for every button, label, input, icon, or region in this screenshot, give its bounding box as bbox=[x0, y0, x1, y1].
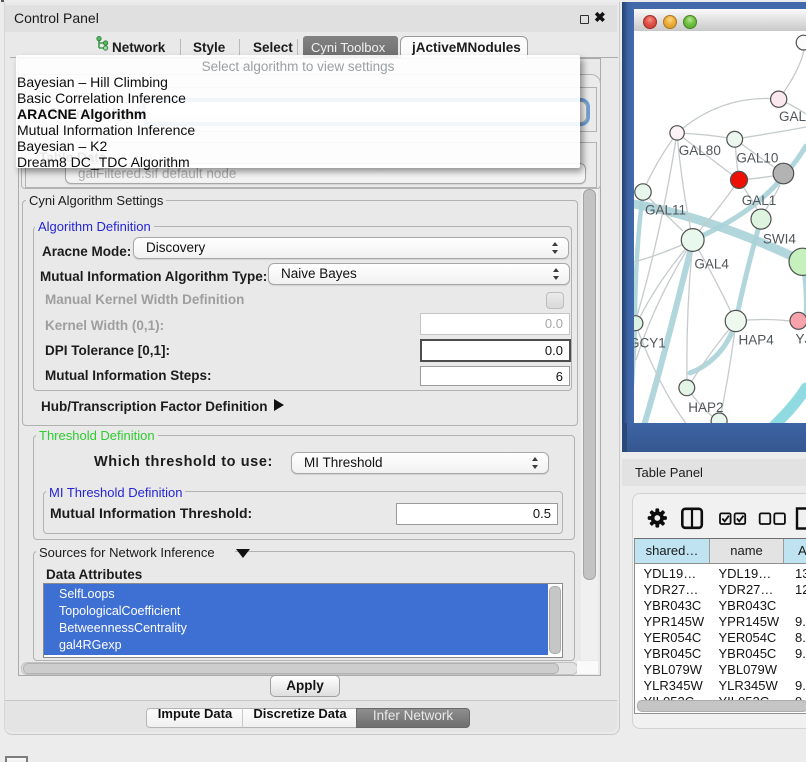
svg-text:GAL7: GAL7 bbox=[779, 109, 806, 124]
svg-text:GCY1: GCY1 bbox=[634, 336, 666, 351]
svg-text:GAL11: GAL11 bbox=[645, 203, 686, 218]
svg-text:HAP2: HAP2 bbox=[688, 400, 723, 415]
svg-text:YJ: YJ bbox=[796, 332, 806, 347]
svg-text:SWI4: SWI4 bbox=[763, 232, 796, 247]
svg-text:GAL80: GAL80 bbox=[679, 143, 721, 158]
svg-text:GAL1: GAL1 bbox=[742, 193, 777, 208]
svg-text:GAL10: GAL10 bbox=[736, 151, 778, 166]
svg-text:GAL4: GAL4 bbox=[694, 257, 729, 272]
svg-text:HAP4: HAP4 bbox=[739, 333, 775, 348]
